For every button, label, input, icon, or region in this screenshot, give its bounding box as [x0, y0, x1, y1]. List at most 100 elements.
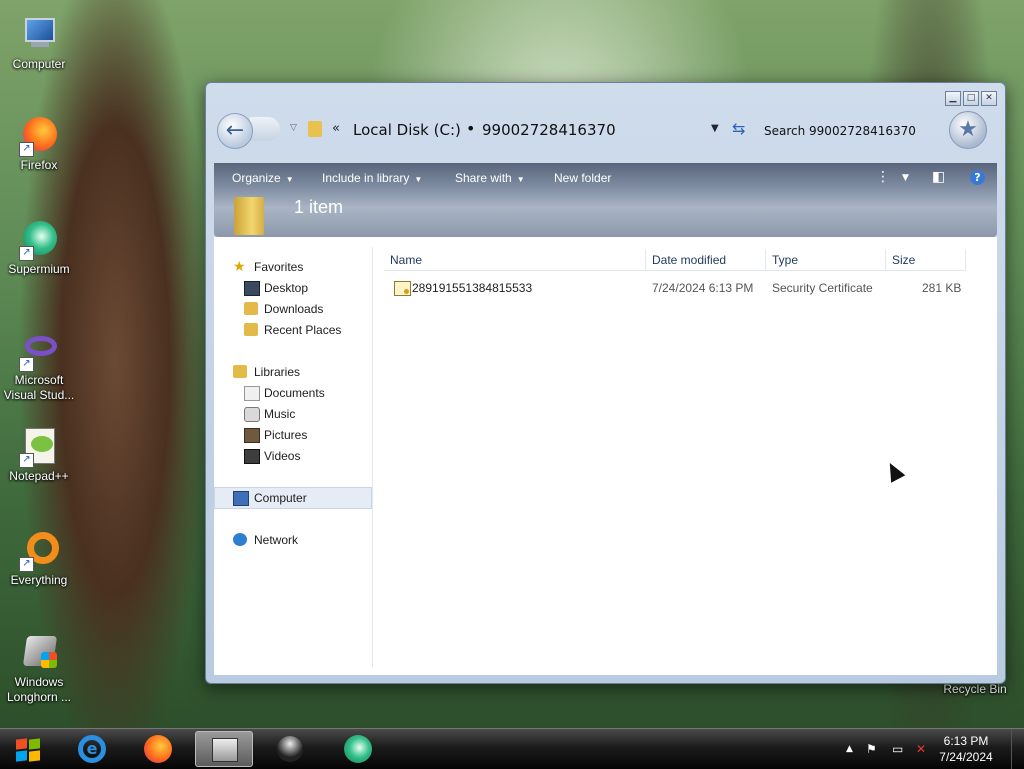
item-count: 1 item	[294, 197, 344, 217]
action-center-flag-icon[interactable]: ⚑	[866, 742, 877, 756]
close-button[interactable]: ✕	[981, 91, 997, 106]
shortcut-arrow-icon: ↗	[19, 246, 34, 261]
nav-pictures[interactable]: Pictures	[214, 425, 370, 445]
desktop-icon-windows-longhorn[interactable]: Windows Longhorn ...	[0, 632, 78, 705]
desktop-icon-everything[interactable]: ↗ Everything	[0, 530, 78, 588]
recent-places-icon	[244, 323, 258, 336]
show-desktop-button[interactable]	[1011, 729, 1024, 769]
file-row[interactable]: 289191551384815533 7/24/2024 6:13 PM Sec…	[374, 277, 997, 299]
nav-label: Libraries	[254, 365, 301, 379]
include-in-library-button[interactable]: Include in library ▼	[322, 171, 422, 185]
file-explorer-icon	[212, 738, 238, 762]
column-header-type[interactable]: Type	[766, 249, 886, 271]
nav-network[interactable]: Network	[214, 530, 370, 550]
windows-logo-icon	[16, 738, 42, 762]
breadcrumb-overflow[interactable]: «	[332, 121, 340, 136]
view-dropdown-icon[interactable]: ▼	[902, 173, 909, 183]
nav-libraries[interactable]: Libraries	[214, 362, 370, 382]
nav-label: Computer	[254, 491, 307, 505]
favorite-star-button[interactable]: ★	[949, 111, 987, 149]
share-with-button[interactable]: Share with ▼	[455, 171, 525, 185]
desktop-icon-visual-studio[interactable]: ↗ Microsoft Visual Stud...	[0, 330, 78, 403]
file-list: Name Date modified Type Size 28919155138…	[374, 247, 997, 667]
clock-date: 7/24/2024	[939, 750, 993, 764]
desktop-icon-label: Microsoft Visual Stud...	[3, 373, 75, 402]
taskbar-app-firefox[interactable]	[130, 731, 188, 767]
nav-videos[interactable]: Videos	[214, 446, 370, 466]
nav-recent-places[interactable]: Recent Places	[214, 320, 370, 340]
nav-favorites[interactable]: ★ Favorites	[214, 257, 370, 277]
nav-label: Favorites	[254, 260, 304, 274]
start-button[interactable]	[6, 732, 54, 766]
desktop-icon-recycle-bin[interactable]: Recycle Bin	[936, 682, 1014, 697]
column-header-size[interactable]: Size	[886, 249, 966, 271]
address-dropdown[interactable]: ▼	[711, 123, 719, 134]
supermium-icon	[344, 735, 372, 763]
shortcut-arrow-icon: ↗	[19, 557, 34, 572]
file-type: Security Certificate	[772, 281, 873, 295]
desktop-icon-firefox[interactable]: ↗ Firefox	[0, 115, 78, 173]
clock-time: 6:13 PM	[943, 734, 989, 748]
breadcrumb-folder[interactable]: 99002728416370	[482, 121, 616, 139]
computer-icon	[233, 491, 249, 506]
explorer-window: ▁ □ ✕ ← ▽ « Local Disk (C:) • 9900272841…	[205, 82, 1006, 684]
taskbar-app-internet-explorer[interactable]: e	[64, 731, 122, 767]
firefox-icon	[144, 735, 172, 763]
desktop-icon-notepadpp[interactable]: ↗ Notepad++	[0, 426, 78, 484]
shortcut-arrow-icon: ↗	[19, 142, 34, 157]
recent-pages-dropdown[interactable]: ▽	[290, 123, 297, 133]
nav-documents[interactable]: Documents	[214, 383, 370, 403]
libraries-icon	[233, 365, 247, 378]
network-icon	[233, 533, 247, 546]
navigation-pane: ★ Favorites Desktop Downloads Recent Pla…	[214, 247, 373, 667]
breadcrumb-local-disk[interactable]: Local Disk (C:)	[353, 121, 461, 139]
breadcrumb-separator[interactable]: •	[466, 119, 475, 138]
nav-computer[interactable]: Computer	[214, 487, 372, 509]
new-folder-button[interactable]: New folder	[554, 171, 611, 185]
firefox-icon: ↗	[19, 115, 59, 157]
clock[interactable]: 6:13 PM 7/24/2024	[930, 733, 1002, 765]
visual-studio-icon: ↗	[19, 330, 59, 372]
preview-pane-icon[interactable]: ◧	[932, 169, 945, 185]
windows-longhorn-icon	[19, 632, 59, 672]
computer-icon	[19, 14, 59, 54]
maximize-button[interactable]: □	[963, 91, 979, 106]
column-header-name[interactable]: Name	[384, 249, 646, 271]
taskbar-app-supermium[interactable]	[330, 731, 388, 767]
desktop-icon-label: Windows Longhorn ...	[6, 675, 72, 704]
desktop-icon-computer[interactable]: Computer	[0, 14, 78, 72]
nav-desktop[interactable]: Desktop	[214, 278, 370, 298]
internet-explorer-icon: e	[78, 735, 106, 763]
refresh-icon[interactable]: ⇆	[732, 119, 745, 138]
address-row: ← ▽ « Local Disk (C:) • 99002728416370 ▼…	[214, 107, 997, 155]
help-icon[interactable]: ?	[970, 170, 985, 185]
desktop-icon	[244, 281, 260, 296]
desktop-icon-label: Notepad++	[9, 469, 69, 483]
show-hidden-icons-button[interactable]: ▲	[846, 744, 853, 754]
column-header-date-modified[interactable]: Date modified	[646, 249, 766, 271]
file-date-modified: 7/24/2024 6:13 PM	[652, 281, 754, 295]
taskbar-app-obs[interactable]	[262, 731, 320, 767]
nav-music[interactable]: Music	[214, 404, 370, 424]
organize-button[interactable]: Organize ▼	[232, 171, 294, 185]
nav-label: Recent Places	[264, 323, 342, 337]
chevron-down-icon: ▼	[285, 175, 294, 184]
minimize-button[interactable]: ▁	[945, 91, 961, 106]
downloads-icon	[244, 302, 258, 315]
desktop-icon-label: Firefox	[20, 158, 58, 172]
volume-muted-icon[interactable]: ✕	[916, 742, 926, 756]
folder-icon	[308, 121, 322, 137]
back-button[interactable]: ←	[217, 113, 253, 149]
taskbar-app-file-explorer[interactable]	[195, 731, 253, 767]
view-options-icon[interactable]: ⋮	[876, 169, 890, 185]
search-input[interactable]: Search 99002728416370	[762, 121, 948, 141]
network-tray-icon[interactable]: ▭	[892, 742, 903, 756]
notepadpp-icon: ↗	[19, 426, 59, 468]
desktop-icon-label: Computer	[12, 57, 66, 71]
forward-button[interactable]	[250, 117, 280, 141]
desktop-icon-supermium[interactable]: ↗ Supermium	[0, 219, 78, 277]
nav-label: Downloads	[264, 302, 324, 316]
nav-label: Network	[254, 533, 299, 547]
nav-downloads[interactable]: Downloads	[214, 299, 370, 319]
desktop-icon-label: Recycle Bin	[943, 682, 1007, 696]
